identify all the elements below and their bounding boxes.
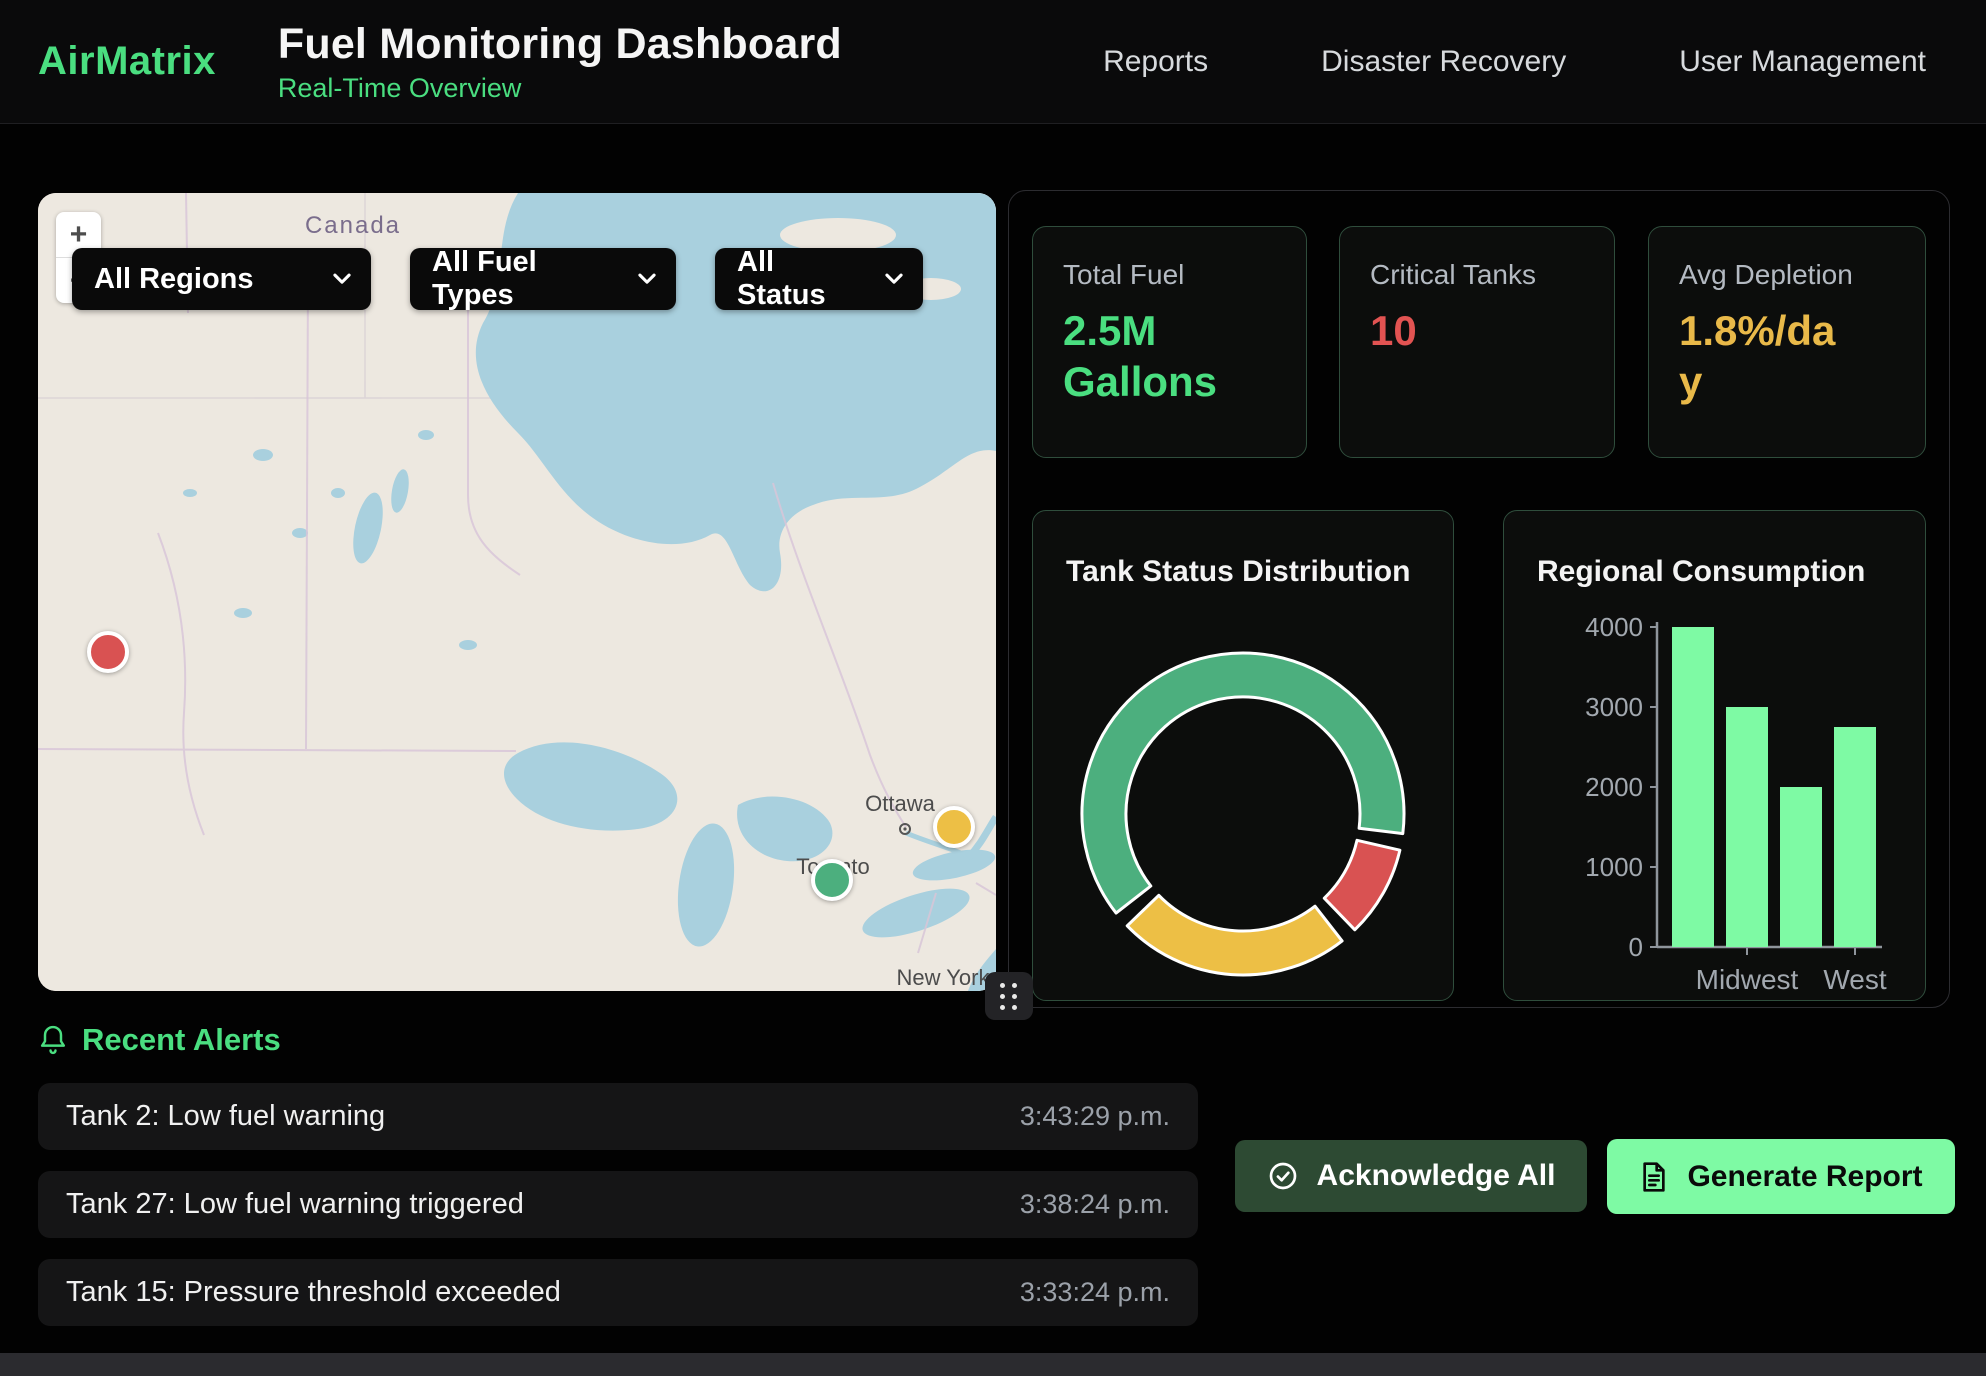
alert-row[interactable]: Tank 15: Pressure threshold exceeded 3:3… (38, 1259, 1198, 1326)
brand-logo: AirMatrix (38, 39, 216, 84)
stat-card-total-fuel: Total Fuel 2.5M Gallons (1032, 226, 1307, 458)
title-block: Fuel Monitoring Dashboard Real-Time Over… (278, 20, 842, 104)
region-filter-select[interactable]: All Regions (72, 248, 371, 310)
bell-icon (38, 1024, 68, 1056)
generate-report-label: Generate Report (1687, 1160, 1922, 1194)
map-label-ottawa: Ottawa (865, 791, 935, 816)
svg-text:3000: 3000 (1585, 692, 1643, 722)
panel-resize-handle[interactable] (985, 972, 1033, 1020)
stat-value: 10 (1370, 305, 1542, 356)
map-filter-row: All Regions All Fuel Types All Status (72, 248, 923, 310)
page-title: Fuel Monitoring Dashboard (278, 20, 842, 69)
fuel-type-filter-select[interactable]: All Fuel Types (410, 248, 676, 310)
stat-value: 2.5M Gallons (1063, 305, 1235, 407)
regional-consumption-card: Regional Consumption 01000200030004000Mi… (1503, 510, 1926, 1001)
nav-user-management[interactable]: User Management (1679, 45, 1926, 79)
map-graphic: Canada Ottawa Toronto New York (38, 193, 996, 991)
status-filter-select[interactable]: All Status (715, 248, 923, 310)
ottawa-city-dot-center (903, 827, 906, 830)
stat-label: Critical Tanks (1370, 259, 1584, 291)
alert-row[interactable]: Tank 2: Low fuel warning 3:43:29 p.m. (38, 1083, 1198, 1150)
alert-text: Tank 2: Low fuel warning (66, 1100, 385, 1133)
nav-disaster-recovery[interactable]: Disaster Recovery (1321, 45, 1566, 79)
map-marker-normal-tank[interactable] (811, 859, 853, 901)
region-filter-value: All Regions (94, 263, 254, 296)
map-label-new-york: New York (897, 965, 991, 990)
chevron-down-icon (885, 273, 903, 285)
bar-2[interactable] (1780, 787, 1822, 947)
chevron-down-icon (333, 273, 351, 285)
stat-label: Avg Depletion (1679, 259, 1895, 291)
tank-status-donut-chart[interactable] (1033, 511, 1453, 1000)
alert-text: Tank 15: Pressure threshold exceeded (66, 1276, 561, 1309)
stat-card-avg-depletion: Avg Depletion 1.8%/day (1648, 226, 1926, 458)
bar-1[interactable] (1726, 707, 1768, 947)
app-header: AirMatrix Fuel Monitoring Dashboard Real… (0, 0, 1986, 124)
map-marker-warning-tank[interactable] (933, 806, 975, 848)
svg-text:1000: 1000 (1585, 852, 1643, 882)
svg-text:Midwest: Midwest (1696, 964, 1799, 995)
tank-status-card: Tank Status Distribution (1032, 510, 1454, 1001)
fuel-map[interactable]: Canada Ottawa Toronto New York + − All R… (38, 193, 996, 991)
acknowledge-all-label: Acknowledge All (1317, 1159, 1556, 1193)
main-nav: Reports Disaster Recovery User Managemen… (1103, 45, 1926, 79)
document-icon (1639, 1161, 1669, 1193)
map-label-canada: Canada (305, 212, 401, 239)
svg-text:0: 0 (1629, 932, 1643, 962)
alert-row[interactable]: Tank 27: Low fuel warning triggered 3:38… (38, 1171, 1198, 1238)
alert-time: 3:43:29 p.m. (1020, 1101, 1170, 1132)
nav-reports[interactable]: Reports (1103, 45, 1208, 79)
chevron-down-icon (638, 273, 656, 285)
alert-time: 3:38:24 p.m. (1020, 1189, 1170, 1220)
svg-text:West: West (1823, 964, 1886, 995)
metrics-panel: Total Fuel 2.5M Gallons Critical Tanks 1… (1008, 190, 1950, 1008)
svg-text:4000: 4000 (1585, 612, 1643, 642)
generate-report-button[interactable]: Generate Report (1607, 1139, 1955, 1214)
svg-text:2000: 2000 (1585, 772, 1643, 802)
bottom-bar (0, 1353, 1986, 1376)
recent-alerts-title: Recent Alerts (82, 1022, 281, 1058)
status-filter-value: All Status (737, 246, 867, 312)
recent-alerts-heading: Recent Alerts (38, 1022, 281, 1058)
dashboard-root: AirMatrix Fuel Monitoring Dashboard Real… (0, 0, 1986, 1376)
alert-text: Tank 27: Low fuel warning triggered (66, 1188, 524, 1221)
fuel-type-filter-value: All Fuel Types (432, 246, 620, 312)
stat-value: 1.8%/day (1679, 305, 1851, 407)
donut-segment-yellow[interactable] (1127, 895, 1342, 975)
bar-3[interactable] (1834, 727, 1876, 947)
check-circle-icon (1267, 1160, 1299, 1192)
page-subtitle: Real-Time Overview (278, 73, 842, 104)
stat-card-critical-tanks: Critical Tanks 10 (1339, 226, 1615, 458)
donut-segment-red[interactable] (1324, 840, 1400, 930)
stat-label: Total Fuel (1063, 259, 1276, 291)
map-marker-critical-tank[interactable] (87, 631, 129, 673)
bar-0[interactable] (1672, 627, 1714, 947)
regional-consumption-bar-chart[interactable]: 0 1000 2000 3000 4000 Midwest West (1504, 511, 1925, 1000)
alert-time: 3:33:24 p.m. (1020, 1277, 1170, 1308)
acknowledge-all-button[interactable]: Acknowledge All (1235, 1140, 1587, 1212)
